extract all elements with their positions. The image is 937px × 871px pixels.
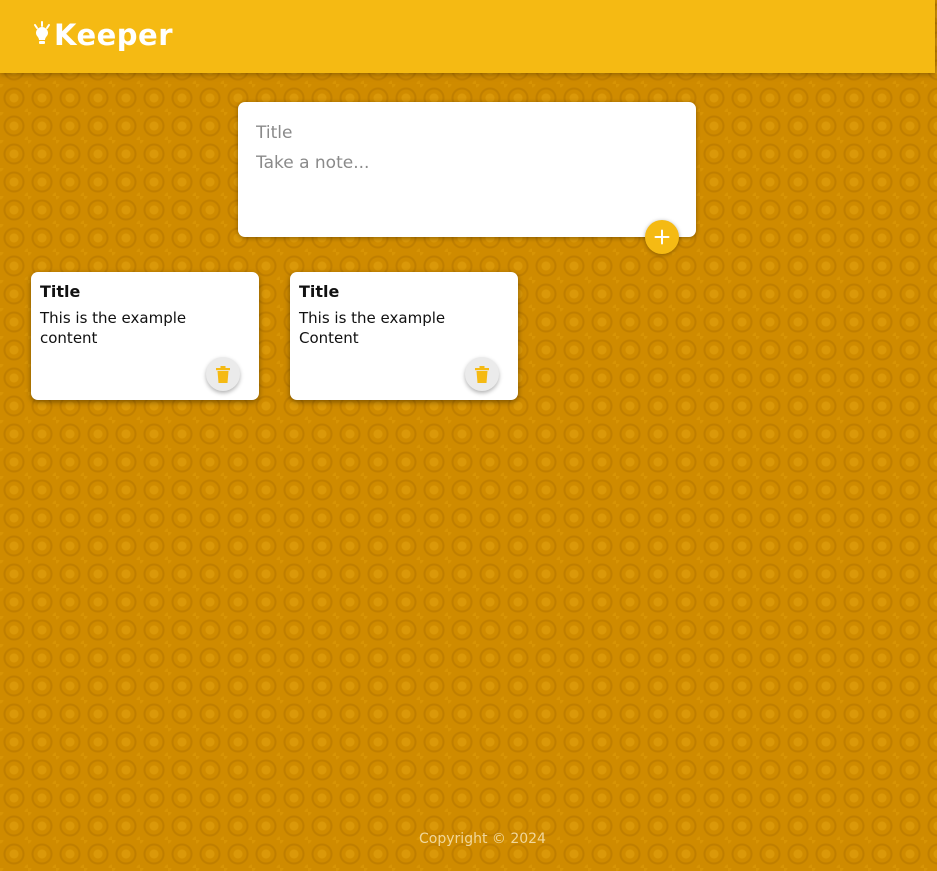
app-title: Keeper — [54, 18, 174, 52]
note-title: Title — [299, 282, 340, 301]
create-note-form — [238, 102, 696, 237]
app-logo: Keeper — [32, 18, 173, 52]
note-content: This is the example content — [40, 309, 187, 347]
copyright-text: Copyright © 2024 — [419, 831, 546, 847]
lightbulb-icon — [34, 21, 50, 44]
trash-icon — [475, 365, 489, 383]
note-title-input[interactable] — [256, 122, 676, 144]
note-card: Title This is the example content — [31, 272, 259, 400]
note-content: This is the example Content — [299, 309, 446, 347]
app-header: Keeper — [0, 0, 935, 73]
delete-note-button[interactable] — [206, 357, 240, 391]
note-card: Title This is the example Content — [290, 272, 518, 400]
note-title: Title — [40, 282, 81, 301]
delete-note-button[interactable] — [465, 357, 499, 391]
add-note-button[interactable] — [645, 220, 679, 254]
note-content-input[interactable] — [256, 153, 676, 213]
page-footer: Copyright © 2024 — [0, 831, 937, 847]
plus-icon — [654, 229, 670, 245]
trash-icon — [216, 365, 230, 383]
